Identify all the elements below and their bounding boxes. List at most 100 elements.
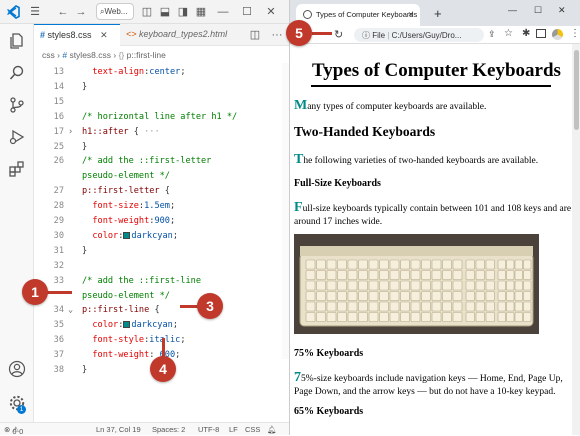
- back-arrow-icon[interactable]: ←: [56, 5, 70, 19]
- toggle-secondary-sidebar-icon[interactable]: ◨: [176, 5, 190, 19]
- full-size-paragraph: Full-size keyboards typically contain be…: [294, 200, 572, 215]
- menu-icon[interactable]: ☰: [28, 5, 42, 19]
- minimize-icon[interactable]: —: [508, 5, 517, 15]
- line-number: 29: [53, 216, 64, 226]
- code-line[interactable]: }: [82, 365, 87, 375]
- reload-icon[interactable]: ↻: [334, 28, 343, 41]
- forward-arrow-icon[interactable]: →: [74, 5, 88, 19]
- code-line[interactable]: p::first-letter {: [82, 186, 170, 196]
- code-line[interactable]: pseudo-element */: [82, 171, 170, 181]
- heading-two-handed: Two-Handed Keyboards: [294, 124, 436, 139]
- close-icon[interactable]: ✕: [558, 5, 566, 16]
- editor-scrollbar[interactable]: [282, 63, 289, 359]
- code-line[interactable]: font-weight:900;: [82, 216, 175, 226]
- code-line[interactable]: p::first-line {: [82, 305, 160, 315]
- editor-tabs: # styles8.css ✕ <> keyboard_types2.html …: [34, 24, 289, 46]
- code-line[interactable]: text-align:center;: [82, 67, 185, 77]
- encoding[interactable]: UTF-8: [198, 425, 219, 434]
- activity-bar: 1: [0, 24, 34, 422]
- explorer-icon[interactable]: [8, 32, 26, 50]
- html-file-icon: <>: [126, 29, 137, 39]
- code-line[interactable]: font-size:1.5em;: [82, 201, 175, 211]
- share-icon[interactable]: ⇪: [488, 29, 496, 40]
- end-of-line[interactable]: LF: [229, 425, 238, 434]
- close-icon[interactable]: ✕: [264, 5, 278, 19]
- scroll-thumb[interactable]: [574, 50, 579, 130]
- code-line[interactable]: }: [82, 142, 87, 152]
- fold-chevron-icon[interactable]: ›: [68, 127, 73, 137]
- code-line[interactable]: font-style:italic;: [82, 335, 185, 345]
- search-icon[interactable]: [8, 64, 26, 82]
- css-file-icon: #: [40, 30, 46, 40]
- callout-3: 3: [197, 293, 223, 319]
- callout-1-arrow: [44, 291, 72, 294]
- code-line[interactable]: }: [82, 82, 87, 92]
- page-scrollbar[interactable]: [572, 44, 580, 435]
- problems-indicator[interactable]: ⊗ 0 ⚠ 0: [4, 425, 23, 436]
- code-line[interactable]: /* add the ::first-letter: [82, 156, 211, 166]
- extensions-icon[interactable]: [8, 160, 26, 178]
- more-menu-icon[interactable]: ⋮: [570, 28, 580, 39]
- code-editor[interactable]: 13 text-align:center; 14} 15 16 /* horizonta…: [34, 63, 282, 375]
- address-toolbar: ↻ ⓘ File | C:/Users/Guy/Dro... ⇪ ☆ ✱ ⋮: [290, 26, 580, 44]
- code-line[interactable]: /* horizontal line after h1 */: [82, 112, 237, 122]
- info-icon: ⓘ: [362, 31, 370, 40]
- tab-keyboard-types2-html[interactable]: <> keyboard_types2.html: [120, 24, 233, 46]
- side-panel-icon[interactable]: [536, 29, 546, 38]
- vscode-window: ☰ ← → ⌕Web... ◫ ⬓ ◨ ▦ — ☐ ✕ 1 # styles8.…: [0, 0, 289, 436]
- heading-75-percent: 75% Keyboards: [294, 348, 364, 359]
- fold-chevron-icon[interactable]: ⌄: [68, 305, 73, 315]
- symbol-icon: {}: [118, 50, 125, 60]
- new-tab-icon[interactable]: +: [434, 6, 442, 21]
- notifications-bell-icon[interactable]: 🔔︎: [267, 425, 277, 434]
- tab-styles8-css[interactable]: # styles8.css ✕: [34, 24, 120, 46]
- line-number: 28: [53, 201, 64, 212]
- notification-badge: 1: [17, 405, 26, 414]
- browser-tabstrip: Types of Computer Keyboards ✕ + — ☐ ✕: [290, 0, 580, 26]
- breadcrumb-file[interactable]: styles8.css: [69, 50, 111, 60]
- line-number: 30: [53, 230, 64, 241]
- callout-1: 1: [22, 279, 48, 305]
- split-editor-icon[interactable]: ◫: [248, 28, 262, 42]
- status-bar: ⊗ 0 ⚠ 0 Ln 37, Col 19 Spaces: 2 UTF-8 LF…: [0, 422, 289, 436]
- extensions-icon[interactable]: ✱: [522, 28, 530, 39]
- close-tab-icon[interactable]: ✕: [408, 10, 414, 19]
- more-actions-icon[interactable]: ···: [270, 28, 284, 42]
- maximize-icon[interactable]: ☐: [240, 5, 254, 19]
- code-line[interactable]: }: [82, 246, 87, 256]
- color-swatch[interactable]: [123, 231, 131, 239]
- code-line[interactable]: h1::after { ···: [82, 127, 160, 137]
- address-bar[interactable]: ⓘ File | C:/Users/Guy/Dro...: [354, 28, 484, 42]
- web-page: Types of Computer Keyboards Many types o…: [290, 44, 572, 435]
- close-tab-icon[interactable]: ✕: [100, 30, 108, 40]
- toggle-panel-icon[interactable]: ⬓: [158, 5, 172, 19]
- color-swatch[interactable]: [123, 321, 131, 329]
- breadcrumb-folder[interactable]: css: [42, 50, 55, 60]
- accounts-icon[interactable]: [8, 360, 26, 378]
- toggle-primary-sidebar-icon[interactable]: ◫: [140, 5, 154, 19]
- minimize-icon[interactable]: —: [216, 5, 230, 19]
- line-number: 25: [53, 141, 64, 152]
- source-control-icon[interactable]: [8, 96, 26, 114]
- run-debug-icon[interactable]: [8, 128, 26, 146]
- two-handed-paragraph: The following varieties of two-handed ke…: [294, 152, 539, 167]
- bookmark-star-icon[interactable]: ☆: [504, 28, 513, 39]
- line-number: 15: [53, 96, 64, 107]
- code-line[interactable]: pseudo-element */: [82, 291, 170, 301]
- search-input[interactable]: ⌕Web...: [96, 3, 134, 20]
- browser-tab[interactable]: Types of Computer Keyboards ✕: [296, 4, 420, 26]
- cursor-position[interactable]: Ln 37, Col 19: [96, 425, 141, 434]
- code-line[interactable]: color: darkcyan;: [82, 320, 178, 330]
- language-mode[interactable]: CSS: [245, 425, 260, 434]
- code-line[interactable]: color: darkcyan;: [82, 231, 178, 241]
- keyboard-photo: [294, 234, 539, 334]
- line-number: 34: [53, 305, 64, 316]
- indentation[interactable]: Spaces: 2: [152, 425, 185, 434]
- line-number: 17: [53, 126, 64, 137]
- intro-paragraph: Many types of computer keyboards are ava…: [294, 98, 487, 113]
- breadcrumb-symbol[interactable]: p::first-line: [127, 50, 166, 60]
- maximize-icon[interactable]: ☐: [534, 5, 542, 16]
- profile-avatar[interactable]: [552, 29, 563, 40]
- customize-layout-icon[interactable]: ▦: [194, 5, 208, 19]
- code-line[interactable]: /* add the ::first-line: [82, 276, 201, 286]
